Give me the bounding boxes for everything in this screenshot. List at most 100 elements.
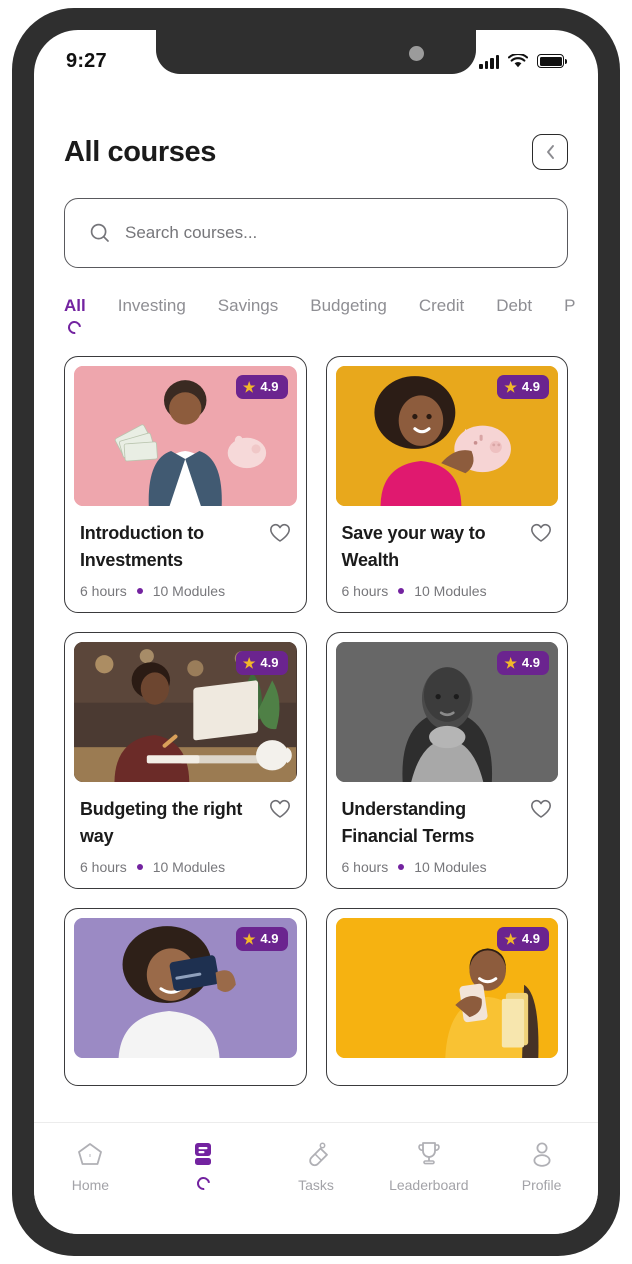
nav-item-profile[interactable]: Profile xyxy=(485,1140,598,1193)
course-card-body: Introduction to Investments 6 hours 10 M… xyxy=(74,506,297,612)
tab-investing[interactable]: Investing xyxy=(118,296,186,316)
course-card-body xyxy=(336,1058,559,1085)
rating-badge: ★ 4.9 xyxy=(497,927,549,951)
course-card-grid: ★ 4.9 Introduction to Investments 6 hour… xyxy=(34,356,598,1086)
page-header: All courses xyxy=(34,92,598,170)
tab-label: Credit xyxy=(418,296,465,315)
tab-label: Savings xyxy=(217,296,279,315)
star-icon: ★ xyxy=(504,930,517,947)
favorite-heart-icon[interactable] xyxy=(530,799,552,819)
search-section xyxy=(34,170,598,268)
back-button[interactable] xyxy=(532,134,568,170)
star-icon: ★ xyxy=(242,930,256,947)
course-title: Save your way to Wealth xyxy=(341,523,486,570)
tab-label: P xyxy=(564,296,576,315)
trophy-icon xyxy=(418,1142,440,1165)
tab-debt[interactable]: Debt xyxy=(496,296,532,316)
active-nav-indicator-icon xyxy=(194,1174,213,1193)
signal-bars-icon xyxy=(479,54,499,69)
phone-notch xyxy=(156,30,476,74)
course-modules: 10 Modules xyxy=(152,583,226,599)
course-card-body: Understanding Financial Terms 6 hours 10… xyxy=(336,782,559,888)
star-icon: ★ xyxy=(504,654,517,671)
course-title: Budgeting the right way xyxy=(80,799,243,846)
course-card-body xyxy=(74,1058,297,1085)
course-title-row: Introduction to Investments xyxy=(80,520,291,574)
wifi-icon xyxy=(508,53,528,67)
course-duration: 6 hours xyxy=(341,583,389,599)
nav-item-leaderboard[interactable]: Leaderboard xyxy=(372,1140,485,1193)
search-icon xyxy=(90,223,109,242)
rating-value: 4.9 xyxy=(521,655,540,670)
course-meta: 6 hours 10 Modules xyxy=(342,859,553,875)
category-tabs[interactable]: All Investing Savings Budgeting Credit D… xyxy=(34,296,598,334)
tab-label: All xyxy=(64,296,86,315)
rating-value: 4.9 xyxy=(521,379,540,394)
course-card[interactable]: ★ 4.9 xyxy=(64,908,307,1086)
nav-item-tasks[interactable]: Tasks xyxy=(260,1140,373,1193)
chevron-left-icon xyxy=(546,145,554,159)
rating-badge: ★ 4.9 xyxy=(235,651,288,675)
tab-credit[interactable]: Credit xyxy=(419,296,464,316)
course-thumbnail: ★ 4.9 xyxy=(74,918,297,1058)
front-camera-icon xyxy=(409,46,424,61)
screen-content: All courses Search courses... All Invest… xyxy=(34,92,598,1234)
course-title: Introduction to Investments xyxy=(80,523,204,570)
course-meta: 6 hours 10 Modules xyxy=(80,859,291,875)
phone-frame: 9:27 All courses Search courses... All I… xyxy=(12,8,620,1256)
rating-badge: ★ 4.9 xyxy=(497,651,549,675)
page-title: All courses xyxy=(64,135,216,168)
meta-separator-dot xyxy=(398,864,405,870)
nav-label: Profile xyxy=(521,1177,562,1193)
course-card-body: Budgeting the right way 6 hours 10 Modul… xyxy=(74,782,297,888)
search-input[interactable] xyxy=(125,223,543,243)
tab-label: Budgeting xyxy=(310,296,387,315)
status-time: 9:27 xyxy=(66,49,107,72)
course-meta: 6 hours 10 Modules xyxy=(342,583,553,599)
favorite-heart-icon[interactable] xyxy=(269,523,291,543)
nav-label: Leaderboard xyxy=(389,1177,469,1193)
course-title-row: Save your way to Wealth xyxy=(342,520,553,574)
star-icon: ★ xyxy=(504,378,517,395)
nav-item-courses[interactable] xyxy=(147,1140,260,1193)
favorite-heart-icon[interactable] xyxy=(530,523,552,543)
favorite-heart-icon[interactable] xyxy=(269,799,291,819)
course-card[interactable]: ★ 4.9 Understanding Financial Terms 6 ho… xyxy=(325,632,568,889)
tab-all[interactable]: All xyxy=(64,296,86,334)
phone-screen: 9:27 All courses Search courses... All I… xyxy=(34,30,598,1234)
tab-label: Debt xyxy=(496,296,533,315)
course-duration: 6 hours xyxy=(80,583,127,599)
tab-savings[interactable]: Savings xyxy=(218,296,278,316)
tab-budgeting[interactable]: Budgeting xyxy=(310,296,387,316)
course-card[interactable]: ★ 4.9 xyxy=(325,908,568,1086)
rating-value: 4.9 xyxy=(260,379,279,394)
rating-badge: ★ 4.9 xyxy=(235,927,288,951)
rating-value: 4.9 xyxy=(260,931,279,946)
meta-separator-dot xyxy=(136,588,143,594)
meta-separator-dot xyxy=(398,588,405,594)
person-icon xyxy=(533,1142,551,1167)
rating-badge: ★ 4.9 xyxy=(497,375,549,399)
course-card[interactable]: ★ 4.9 Save your way to Wealth 6 hours 10… xyxy=(325,356,568,613)
course-modules: 10 Modules xyxy=(152,859,226,875)
rating-value: 4.9 xyxy=(521,931,540,946)
search-box[interactable] xyxy=(64,198,568,268)
tasks-icon xyxy=(309,1142,328,1167)
rating-value: 4.9 xyxy=(260,655,279,670)
nav-label: Home xyxy=(71,1177,110,1193)
active-tab-indicator-icon xyxy=(65,318,84,334)
tab-label: Investing xyxy=(117,296,186,315)
course-card[interactable]: ★ 4.9 Budgeting the right way 6 hours 10… xyxy=(64,632,307,889)
course-card[interactable]: ★ 4.9 Introduction to Investments 6 hour… xyxy=(64,356,307,613)
course-duration: 6 hours xyxy=(341,859,389,875)
rating-badge: ★ 4.9 xyxy=(235,375,288,399)
course-thumbnail: ★ 4.9 xyxy=(335,642,558,782)
course-modules: 10 Modules xyxy=(414,859,487,875)
course-thumbnail: ★ 4.9 xyxy=(74,366,297,506)
battery-icon xyxy=(537,54,567,68)
nav-item-home[interactable]: Home xyxy=(34,1140,147,1193)
tab-partial-next[interactable]: P xyxy=(564,296,575,316)
star-icon: ★ xyxy=(242,654,256,671)
status-icons xyxy=(479,53,567,69)
nav-label: Tasks xyxy=(298,1177,334,1193)
